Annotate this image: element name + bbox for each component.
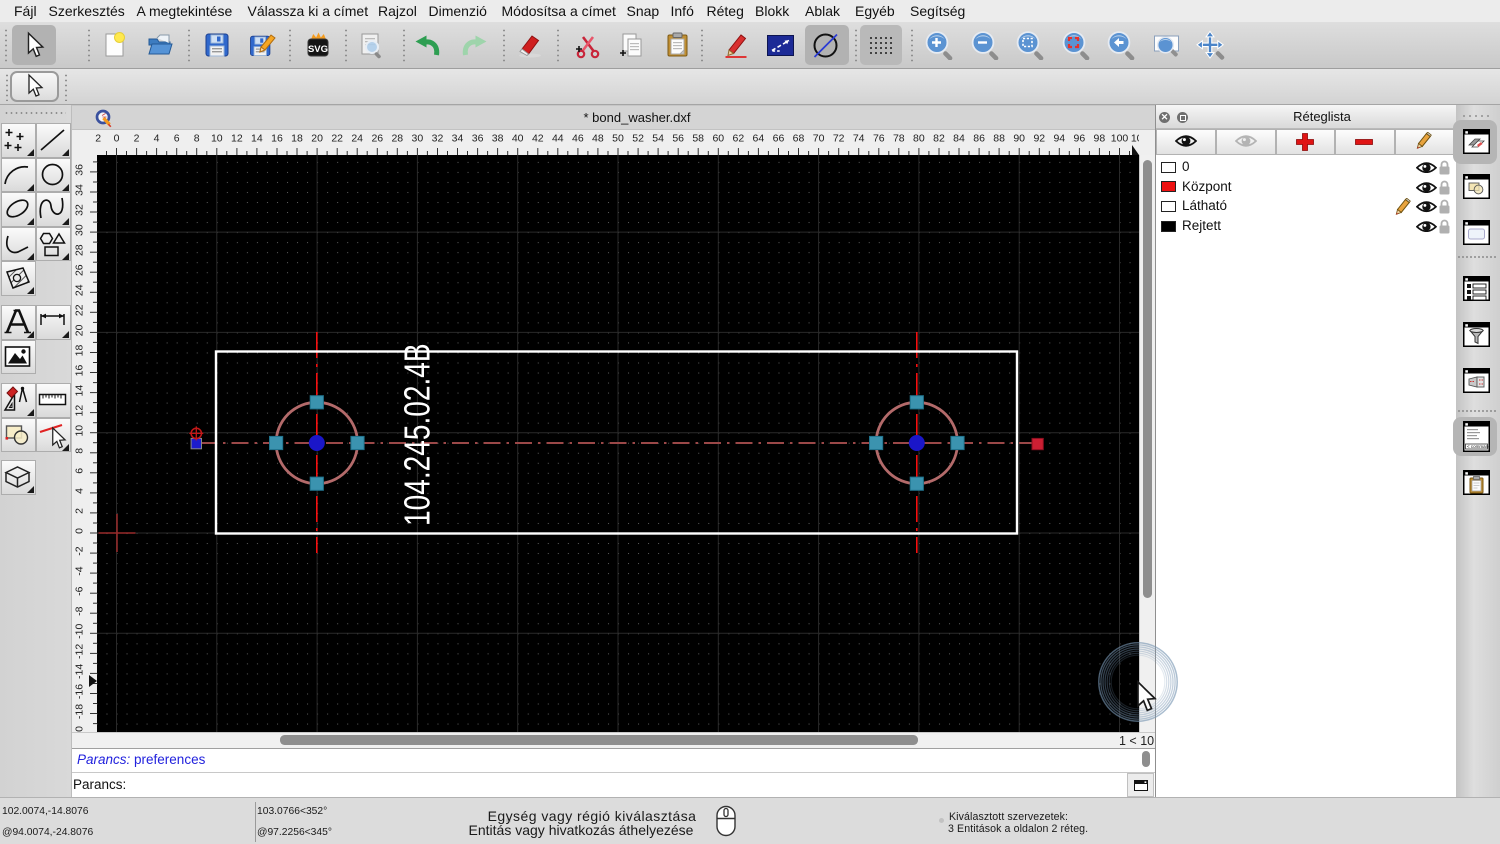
svg-text:64: 64 bbox=[753, 133, 765, 145]
svg-text:16: 16 bbox=[271, 133, 283, 145]
svg-text:54: 54 bbox=[652, 133, 664, 145]
svg-text:26: 26 bbox=[371, 133, 383, 145]
svg-text:22: 22 bbox=[74, 304, 86, 316]
svg-text:40: 40 bbox=[512, 133, 524, 145]
svg-text:68: 68 bbox=[793, 133, 805, 145]
svg-text:-12: -12 bbox=[74, 644, 86, 659]
svg-text:44: 44 bbox=[552, 133, 564, 145]
svg-text:36: 36 bbox=[472, 133, 484, 145]
svg-text:66: 66 bbox=[773, 133, 785, 145]
svg-text:34: 34 bbox=[452, 133, 464, 145]
svg-text:70: 70 bbox=[813, 133, 825, 145]
svg-text:2: 2 bbox=[134, 133, 140, 145]
svg-text:80: 80 bbox=[913, 133, 925, 145]
svg-text:30: 30 bbox=[74, 224, 86, 236]
svg-text:26: 26 bbox=[74, 264, 86, 276]
svg-text:74: 74 bbox=[853, 133, 865, 145]
svg-text:SVG: SVG bbox=[307, 44, 327, 55]
svg-text:76: 76 bbox=[873, 133, 885, 145]
svg-text:42: 42 bbox=[532, 133, 544, 145]
svg-text:48: 48 bbox=[592, 133, 604, 145]
svg-text:14: 14 bbox=[74, 385, 86, 397]
svg-text:88: 88 bbox=[993, 133, 1005, 145]
svg-text:12: 12 bbox=[231, 133, 243, 145]
svg-text:92: 92 bbox=[1033, 133, 1045, 145]
svg-text:32: 32 bbox=[432, 133, 444, 145]
svg-text:2: 2 bbox=[95, 133, 101, 145]
svg-text:20: 20 bbox=[311, 133, 323, 145]
svg-text:62: 62 bbox=[733, 133, 745, 145]
svg-text:82: 82 bbox=[933, 133, 945, 145]
svg-text:16: 16 bbox=[74, 365, 86, 377]
svg-text:72: 72 bbox=[833, 133, 845, 145]
svg-text:96: 96 bbox=[1074, 133, 1086, 145]
svg-text:38: 38 bbox=[492, 133, 504, 145]
svg-text:4: 4 bbox=[154, 133, 160, 145]
svg-text:94: 94 bbox=[1053, 133, 1065, 145]
svg-text:6: 6 bbox=[74, 468, 86, 474]
svg-text:98: 98 bbox=[1094, 133, 1106, 145]
svg-text:18: 18 bbox=[74, 345, 86, 357]
svg-text:20: 20 bbox=[74, 324, 86, 336]
svg-text:32: 32 bbox=[74, 204, 86, 216]
svg-text:14: 14 bbox=[251, 133, 263, 145]
svg-text:-18: -18 bbox=[74, 704, 86, 719]
svg-text:2: 2 bbox=[74, 508, 86, 514]
svg-text:52: 52 bbox=[632, 133, 644, 145]
svg-text:58: 58 bbox=[692, 133, 704, 145]
svg-text:50: 50 bbox=[612, 133, 624, 145]
svg-text:78: 78 bbox=[893, 133, 905, 145]
svg-text:56: 56 bbox=[672, 133, 684, 145]
svg-text:34: 34 bbox=[74, 184, 86, 196]
svg-text:6: 6 bbox=[174, 133, 180, 145]
svg-text:60: 60 bbox=[712, 133, 724, 145]
svg-text:-10: -10 bbox=[74, 624, 86, 639]
svg-text:24: 24 bbox=[74, 284, 86, 296]
svg-text:10: 10 bbox=[211, 133, 223, 145]
svg-text:28: 28 bbox=[74, 244, 86, 256]
svg-text:22: 22 bbox=[331, 133, 343, 145]
svg-text:12: 12 bbox=[74, 405, 86, 417]
svg-text:102: 102 bbox=[1131, 133, 1139, 145]
svg-text:-2: -2 bbox=[74, 546, 86, 555]
svg-text:28: 28 bbox=[391, 133, 403, 145]
svg-text:30: 30 bbox=[412, 133, 424, 145]
svg-text:0: 0 bbox=[114, 133, 120, 145]
svg-text:8: 8 bbox=[74, 448, 86, 454]
svg-text:36: 36 bbox=[74, 164, 86, 176]
svg-text:< command: < command bbox=[1467, 444, 1490, 449]
svg-text:-8: -8 bbox=[74, 606, 86, 615]
svg-text:4: 4 bbox=[74, 488, 86, 494]
svg-text:104.245.02.4B: 104.245.02.4B bbox=[397, 343, 437, 526]
svg-text:18: 18 bbox=[291, 133, 303, 145]
svg-text:24: 24 bbox=[351, 133, 363, 145]
svg-text:-14: -14 bbox=[74, 664, 86, 679]
svg-text:0: 0 bbox=[74, 528, 86, 534]
svg-text:86: 86 bbox=[973, 133, 985, 145]
svg-text:-16: -16 bbox=[74, 684, 86, 699]
svg-text:-4: -4 bbox=[74, 566, 86, 575]
svg-text:46: 46 bbox=[572, 133, 584, 145]
svg-text:100: 100 bbox=[1111, 133, 1129, 145]
svg-text:84: 84 bbox=[953, 133, 965, 145]
svg-text:90: 90 bbox=[1013, 133, 1025, 145]
svg-text:10: 10 bbox=[74, 425, 86, 437]
svg-text:8: 8 bbox=[194, 133, 200, 145]
svg-text:-6: -6 bbox=[74, 586, 86, 595]
